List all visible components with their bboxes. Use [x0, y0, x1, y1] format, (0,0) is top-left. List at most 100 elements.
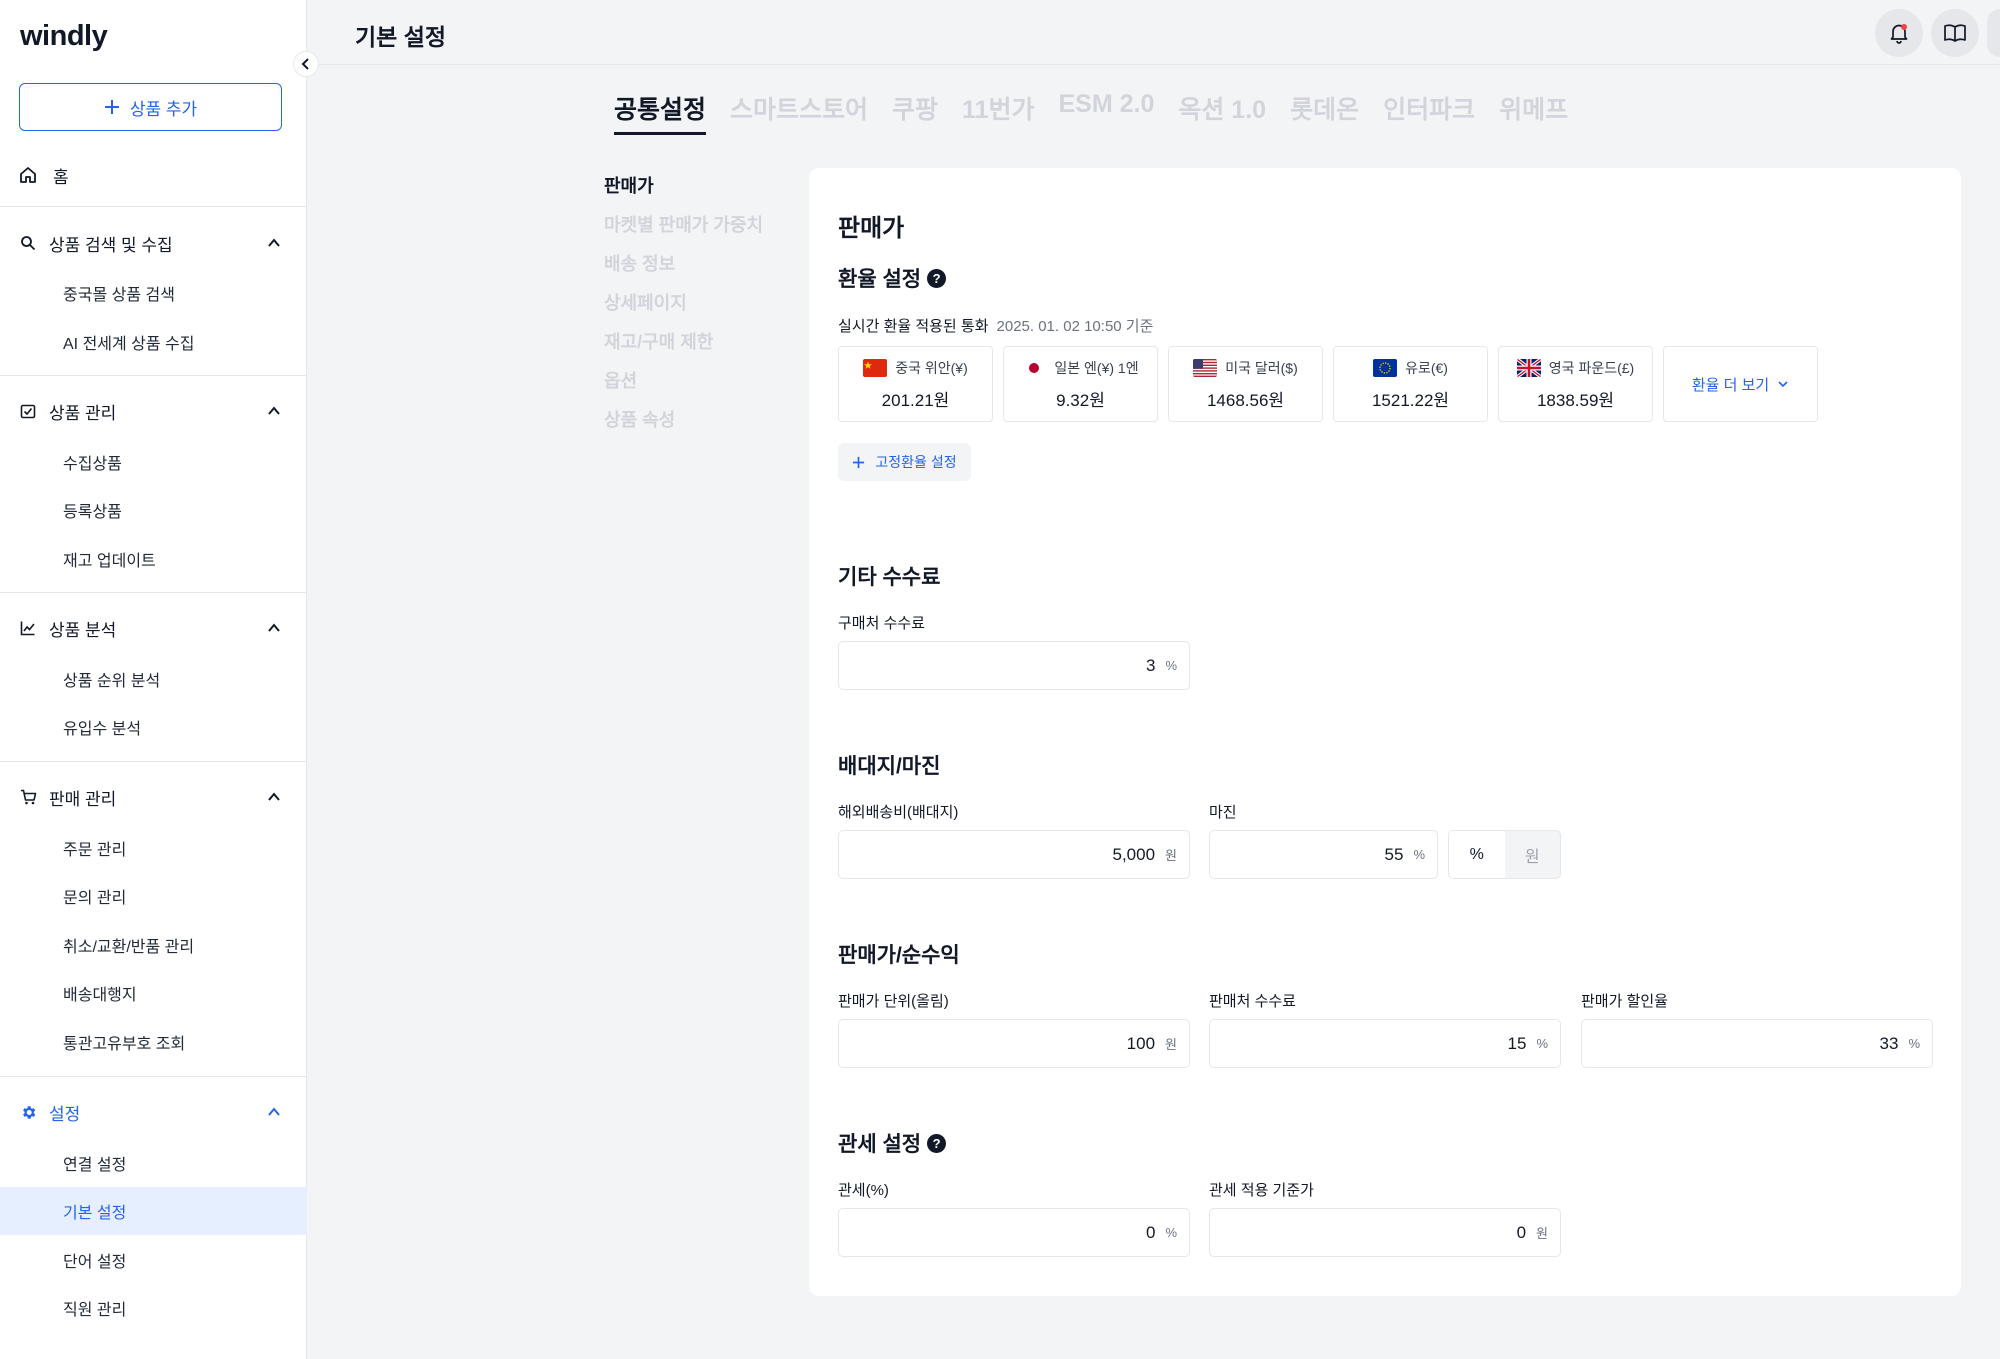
- us-flag-icon: [1193, 358, 1218, 377]
- tab-interpark[interactable]: 인터파크: [1383, 90, 1475, 135]
- tab-coupang[interactable]: 쿠팡: [892, 90, 938, 135]
- sidebar-item-stock-update[interactable]: 재고 업데이트: [0, 535, 307, 583]
- tab-11st[interactable]: 11번가: [962, 90, 1034, 135]
- tab-common[interactable]: 공통설정: [614, 90, 707, 135]
- section-nav-stock-limit[interactable]: 재고/구매 제한: [604, 328, 763, 367]
- sidebar-item-forwarder[interactable]: 배송대행지: [0, 969, 307, 1017]
- margin-value: 55: [1384, 844, 1404, 864]
- margin-label: 마진: [1209, 804, 1237, 821]
- help-icon[interactable]: ?: [927, 1133, 947, 1153]
- sidebar-item-ai-collect[interactable]: AI 전세계 상품 수집: [0, 318, 307, 366]
- price-unit-unit: 원: [1165, 1037, 1177, 1052]
- shipping-cost-input[interactable]: 5,000 원: [838, 830, 1190, 879]
- sidebar-item-registered[interactable]: 등록상품: [0, 486, 307, 534]
- shipping-margin-heading-text: 배대지/마진: [838, 755, 941, 778]
- currency-card-cny: 중국 위안(¥) 201.21원: [838, 346, 993, 422]
- tab-auction[interactable]: 옥션 1.0: [1178, 90, 1266, 135]
- home-icon: [20, 167, 36, 183]
- discount-rate-unit: %: [1908, 1036, 1920, 1051]
- eu-flag-icon: [1373, 358, 1398, 377]
- currency-rate: 201.21원: [881, 390, 950, 410]
- currency-rate: 1521.22원: [1371, 390, 1450, 410]
- price-unit-input[interactable]: 100 원: [838, 1019, 1190, 1068]
- sidebar-item-connection[interactable]: 연결 설정: [0, 1139, 307, 1187]
- sidebar-item-basic-settings[interactable]: 기본 설정: [0, 1187, 307, 1235]
- section-nav-detail-page[interactable]: 상세페이지: [604, 289, 763, 328]
- sidebar-item-returns[interactable]: 취소/교환/반품 관리: [0, 921, 307, 969]
- cart-icon: [19, 788, 37, 806]
- notification-button[interactable]: [1875, 9, 1923, 57]
- currency-name: 미국 달러($): [1225, 359, 1298, 376]
- windly-logo[interactable]: windly: [20, 20, 108, 53]
- chart-line-icon: [19, 619, 37, 637]
- price-unit-value: 100: [1126, 1033, 1156, 1053]
- sidebar-item-china-search[interactable]: 중국몰 상품 검색: [0, 269, 307, 317]
- price-profit-heading-text: 판매가/순수익: [838, 944, 960, 967]
- cn-flag-icon: [863, 358, 888, 377]
- tab-wemakeprice[interactable]: 위메프: [1499, 90, 1568, 135]
- sidebar-item-customs-code[interactable]: 통관고유부호 조회: [0, 1018, 307, 1066]
- guide-button[interactable]: [1931, 9, 1979, 57]
- section-nav-price[interactable]: 판매가: [604, 172, 763, 211]
- gear-icon: [19, 1103, 37, 1121]
- divider: [0, 592, 307, 593]
- section-nav-options[interactable]: 옵션: [604, 367, 763, 406]
- sidebar-item-label: 홈: [53, 167, 69, 187]
- sidebar-item-home[interactable]: 홈: [19, 160, 69, 190]
- customs-rate-value: 0: [1145, 1222, 1156, 1242]
- tab-lotteon[interactable]: 롯데온: [1290, 90, 1359, 135]
- customs-rate-unit: %: [1165, 1225, 1177, 1240]
- sidebar-group-product-manage[interactable]: 상품 관리: [19, 396, 281, 426]
- purchase-fee-unit: %: [1165, 658, 1177, 673]
- fixed-rate-label: 고정환율 설정: [875, 454, 957, 470]
- section-nav-shipping[interactable]: 배송 정보: [604, 250, 763, 289]
- sidebar-item-rank-analysis[interactable]: 상품 순위 분석: [0, 655, 307, 703]
- sidebar-item-traffic-analysis[interactable]: 유입수 분석: [0, 703, 307, 751]
- fixed-rate-button[interactable]: 고정환율 설정: [838, 443, 971, 481]
- collapse-sidebar-button[interactable]: [293, 51, 319, 77]
- tab-smartstore[interactable]: 스마트스토어: [730, 90, 868, 135]
- exchange-caption-text: 실시간 환율 적용된 통화: [838, 318, 989, 335]
- sidebar-item-inquiries[interactable]: 문의 관리: [0, 872, 307, 920]
- customs-base-unit: 원: [1536, 1226, 1548, 1241]
- sidebar-item-staff[interactable]: 직원 관리: [0, 1284, 307, 1332]
- add-product-button[interactable]: 상품 추가: [19, 83, 282, 131]
- search-icon: [19, 234, 37, 252]
- market-tabs: 공통설정 스마트스토어 쿠팡 11번가 ESM 2.0 옥션 1.0 롯데온 인…: [614, 90, 1568, 135]
- sidebar-group-label: 상품 관리: [49, 403, 117, 423]
- section-nav-attributes[interactable]: 상품 속성: [604, 406, 763, 445]
- customs-heading-text: 관세 설정: [838, 1133, 922, 1156]
- toggle-won-option[interactable]: 원: [1505, 831, 1561, 878]
- sidebar-item-orders[interactable]: 주문 관리: [0, 824, 307, 872]
- currency-card-gbp: 영국 파운드(£) 1838.59원: [1498, 346, 1653, 422]
- sidebar-group-search-collect[interactable]: 상품 검색 및 수집: [19, 228, 281, 258]
- purchase-fee-input[interactable]: 3 %: [838, 641, 1190, 690]
- toggle-percent-option[interactable]: %: [1449, 831, 1505, 878]
- margin-input[interactable]: 55 %: [1209, 830, 1438, 879]
- tab-esm[interactable]: ESM 2.0: [1058, 90, 1154, 135]
- customs-rate-input[interactable]: 0 %: [838, 1208, 1190, 1257]
- shipping-margin-heading: 배대지/마진: [838, 750, 940, 780]
- more-rates-button[interactable]: 환율 더 보기: [1663, 346, 1818, 422]
- sidebar-group-settings[interactable]: 설정: [19, 1097, 281, 1127]
- section-nav-market-weight[interactable]: 마켓별 판매가 가중치: [604, 211, 763, 250]
- customs-base-label: 관세 적용 기준가: [1209, 1182, 1314, 1199]
- exchange-timestamp: 2025. 01. 02 10:50 기준: [996, 318, 1154, 335]
- divider: [0, 206, 307, 207]
- discount-rate-input[interactable]: 33 %: [1581, 1019, 1933, 1068]
- more-rates-label: 환율 더 보기: [1691, 376, 1770, 394]
- profile-button[interactable]: [1987, 9, 2000, 57]
- chevron-up-icon: [268, 623, 280, 632]
- currency-card-jpy: 일본 엔(¥) 1엔 9.32원: [1003, 346, 1158, 422]
- sidebar-item-collected[interactable]: 수집상품: [0, 438, 307, 486]
- sidebar-group-analysis[interactable]: 상품 분석: [19, 613, 281, 643]
- sidebar-group-label: 판매 관리: [49, 789, 117, 809]
- help-icon[interactable]: ?: [927, 268, 947, 288]
- sidebar-item-word-settings[interactable]: 단어 설정: [0, 1236, 307, 1284]
- seller-fee-unit: %: [1536, 1036, 1548, 1051]
- customs-base-value: 0: [1516, 1222, 1527, 1242]
- customs-base-input[interactable]: 0 원: [1209, 1208, 1561, 1257]
- add-product-label: 상품 추가: [129, 99, 198, 119]
- seller-fee-input[interactable]: 15 %: [1209, 1019, 1561, 1068]
- sidebar-group-sales[interactable]: 판매 관리: [19, 782, 281, 812]
